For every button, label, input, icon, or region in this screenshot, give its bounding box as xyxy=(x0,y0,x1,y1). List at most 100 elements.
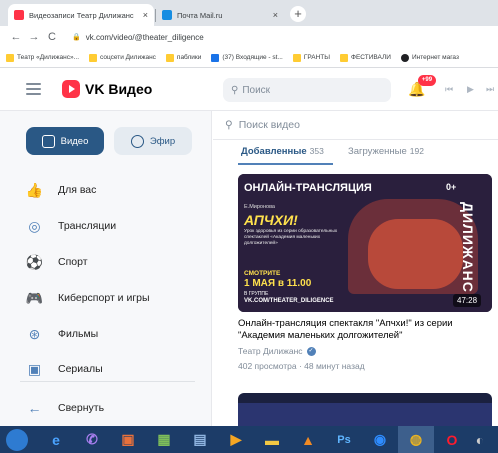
player-icon[interactable]: ▶ xyxy=(218,426,254,453)
ie-icon[interactable]: e xyxy=(38,426,74,453)
video-meta: 402 просмотра · 48 минут назад xyxy=(238,361,365,371)
sidebar-item-for-you[interactable]: 👍 Для вас xyxy=(0,173,210,207)
video-content: ⚲ Поиск видео Добавленные 353 Загруженные… xyxy=(213,111,498,426)
tab-uploaded[interactable]: Загруженные 192 xyxy=(348,146,424,157)
tab-close-icon[interactable]: × xyxy=(273,10,278,20)
thumbnail-date: 1 МАЯ в 11.00 xyxy=(244,278,312,289)
play-icon[interactable]: ▶ xyxy=(467,84,474,95)
live-button[interactable]: Эфир xyxy=(114,127,192,155)
content-divider xyxy=(213,139,498,140)
tab-uploaded-count: 192 xyxy=(409,146,424,156)
bookmark-item[interactable]: Интернет магаз xyxy=(400,53,459,62)
folder-icon xyxy=(89,53,97,62)
live-button-label: Эфир xyxy=(149,135,176,147)
tab-title: Видеозаписи Театр Дилижанс xyxy=(29,10,134,20)
tab-title: Почта Mail.ru xyxy=(177,10,223,20)
tab-uploaded-label: Загруженные xyxy=(348,146,407,157)
collapse-button[interactable]: ← Свернуть xyxy=(0,391,210,425)
channel-name: Театр Дилижанс xyxy=(238,346,303,356)
video-thumbnail[interactable]: ОНЛАЙН-ТРАНСЛЯЦИЯ 0+ Е.Миронова АПЧХИ! У… xyxy=(238,174,492,312)
film-reel-icon: ⊛ xyxy=(28,325,41,342)
thumbnail-watch-label: СМОТРИТЕ xyxy=(244,270,281,277)
collapse-label: Свернуть xyxy=(58,402,105,414)
viber-icon[interactable]: ✆ xyxy=(74,426,110,453)
sidebar-item-sport[interactable]: ⚽ Спорт xyxy=(0,245,210,279)
series-icon: ▣ xyxy=(27,360,42,377)
folder-icon[interactable]: ▬ xyxy=(254,426,290,453)
forward-button[interactable]: → xyxy=(26,31,42,43)
lock-icon: 🔒 xyxy=(72,34,81,41)
actors-image xyxy=(368,219,463,289)
prev-track-icon[interactable]: ⏮ xyxy=(445,84,453,95)
next-track-icon[interactable]: ⏭ xyxy=(486,84,494,95)
thumbnail-author: Е.Миронова xyxy=(244,204,275,210)
sidebar-item-films[interactable]: ⊛ Фильмы xyxy=(0,317,210,351)
bookmark-folder[interactable]: ФЕСТИВАЛИ xyxy=(340,53,391,62)
broadcast-icon: ◎ xyxy=(28,217,41,234)
chrome-icon[interactable]: ◍ xyxy=(398,426,434,453)
bookmark-folder[interactable]: паблики xyxy=(165,53,201,62)
sidebar-item-broadcasts[interactable]: ◎ Трансляции xyxy=(0,209,210,243)
thumbnail-link: VK.COM/THEATER_DILIGENCE xyxy=(244,298,334,304)
bookmark-item[interactable]: Театр «Дилижанс»... xyxy=(6,53,79,62)
sidebar-item-label: Фильмы xyxy=(58,328,99,340)
url-field[interactable]: 🔒 vk.com/video/@theater_diligence xyxy=(72,33,204,42)
video-channel[interactable]: Театр Дилижанс ✓ xyxy=(238,346,316,356)
vk-favicon-icon xyxy=(14,10,24,20)
ps-icon[interactable]: Ps xyxy=(326,426,362,453)
back-button[interactable]: ← xyxy=(8,31,24,43)
sidebar-item-label: Сериалы xyxy=(58,363,103,375)
thumbnail-description: Урок здоровья из серии образовательных с… xyxy=(244,229,338,246)
address-bar: ← → C 🔒 vk.com/video/@theater_diligence xyxy=(0,26,498,48)
sidebar-divider xyxy=(20,381,195,382)
vk-video-title[interactable]: VK Видео xyxy=(85,81,152,97)
video-thumbnail-next[interactable] xyxy=(238,393,492,426)
folder-icon xyxy=(292,53,301,62)
header-search-placeholder: Поиск xyxy=(242,84,271,96)
video-title[interactable]: Онлайн-трансляция спектакля "Апчхи!" из … xyxy=(238,318,493,342)
bookmark-label: соцсети Дилижанс xyxy=(100,54,156,61)
search-icon: ⚲ xyxy=(225,119,233,131)
video-search-placeholder: Поиск видео xyxy=(238,119,300,131)
thumbnail-group-label: В ГРУППЕ xyxy=(244,291,269,297)
tab-close-icon[interactable]: × xyxy=(143,10,148,20)
bookmark-item[interactable]: (37) Входящие - st... xyxy=(211,53,283,62)
vlc-icon[interactable]: ▲ xyxy=(290,426,326,453)
bookmark-folder[interactable]: соцсети Дилижанс xyxy=(89,53,156,62)
tab-mail[interactable]: Почта Mail.ru × xyxy=(156,4,284,26)
opera-icon[interactable]: O xyxy=(434,426,470,453)
bookmark-label: Интернет магаз xyxy=(411,54,459,61)
age-rating: 0+ xyxy=(446,182,457,192)
vk-video-logo-icon[interactable] xyxy=(62,80,80,98)
mail-favicon-icon xyxy=(162,10,172,20)
bookmark-folder[interactable]: ГРАНТЫ xyxy=(292,53,330,62)
video-button[interactable]: Видео xyxy=(26,127,104,155)
sidebar-item-esports[interactable]: 🎮 Киберспорт и игры xyxy=(0,281,210,315)
verified-icon: ✓ xyxy=(306,346,316,356)
photo-icon[interactable]: ▦ xyxy=(146,426,182,453)
tab-added[interactable]: Добавленные 353 xyxy=(241,146,324,157)
media-icon[interactable]: ▣ xyxy=(110,426,146,453)
tab-added-count: 353 xyxy=(309,146,324,156)
start-button[interactable] xyxy=(6,428,28,451)
tab-vk-video[interactable]: Видеозаписи Театр Дилижанс × xyxy=(8,4,154,26)
bookmarks-bar: Театр «Дилижанс»... соцсети Дилижанс паб… xyxy=(0,48,498,68)
opera-gx-icon[interactable]: ◉ xyxy=(362,426,398,453)
thumbnail-show-title: АПЧХИ! xyxy=(244,212,298,228)
sidebar-item-label: Для вас xyxy=(58,184,97,196)
new-tab-button[interactable]: + xyxy=(290,6,306,22)
windows-taskbar: e ✆ ▣ ▦ ▤ ▶ ▬ ▲ Ps ◉ ◍ O ◐ xyxy=(0,426,498,453)
sidebar-item-label: Трансляции xyxy=(58,220,117,232)
explorer-icon[interactable]: ▤ xyxy=(182,426,218,453)
globe-icon xyxy=(400,53,409,62)
misc-icon[interactable]: ◐ xyxy=(470,426,490,453)
live-icon xyxy=(130,134,144,148)
video-button-label: Видео xyxy=(60,135,89,147)
reload-button[interactable]: C xyxy=(44,31,60,43)
header-search-input[interactable]: ⚲ Поиск xyxy=(223,78,391,102)
video-search-input[interactable]: ⚲ Поиск видео xyxy=(225,119,300,131)
menu-icon[interactable] xyxy=(26,83,41,95)
sidebar-item-label: Киберспорт и игры xyxy=(58,292,150,304)
mail-icon xyxy=(211,53,220,62)
thumbnail-brand: ДИЛИЖАНС xyxy=(460,202,476,293)
